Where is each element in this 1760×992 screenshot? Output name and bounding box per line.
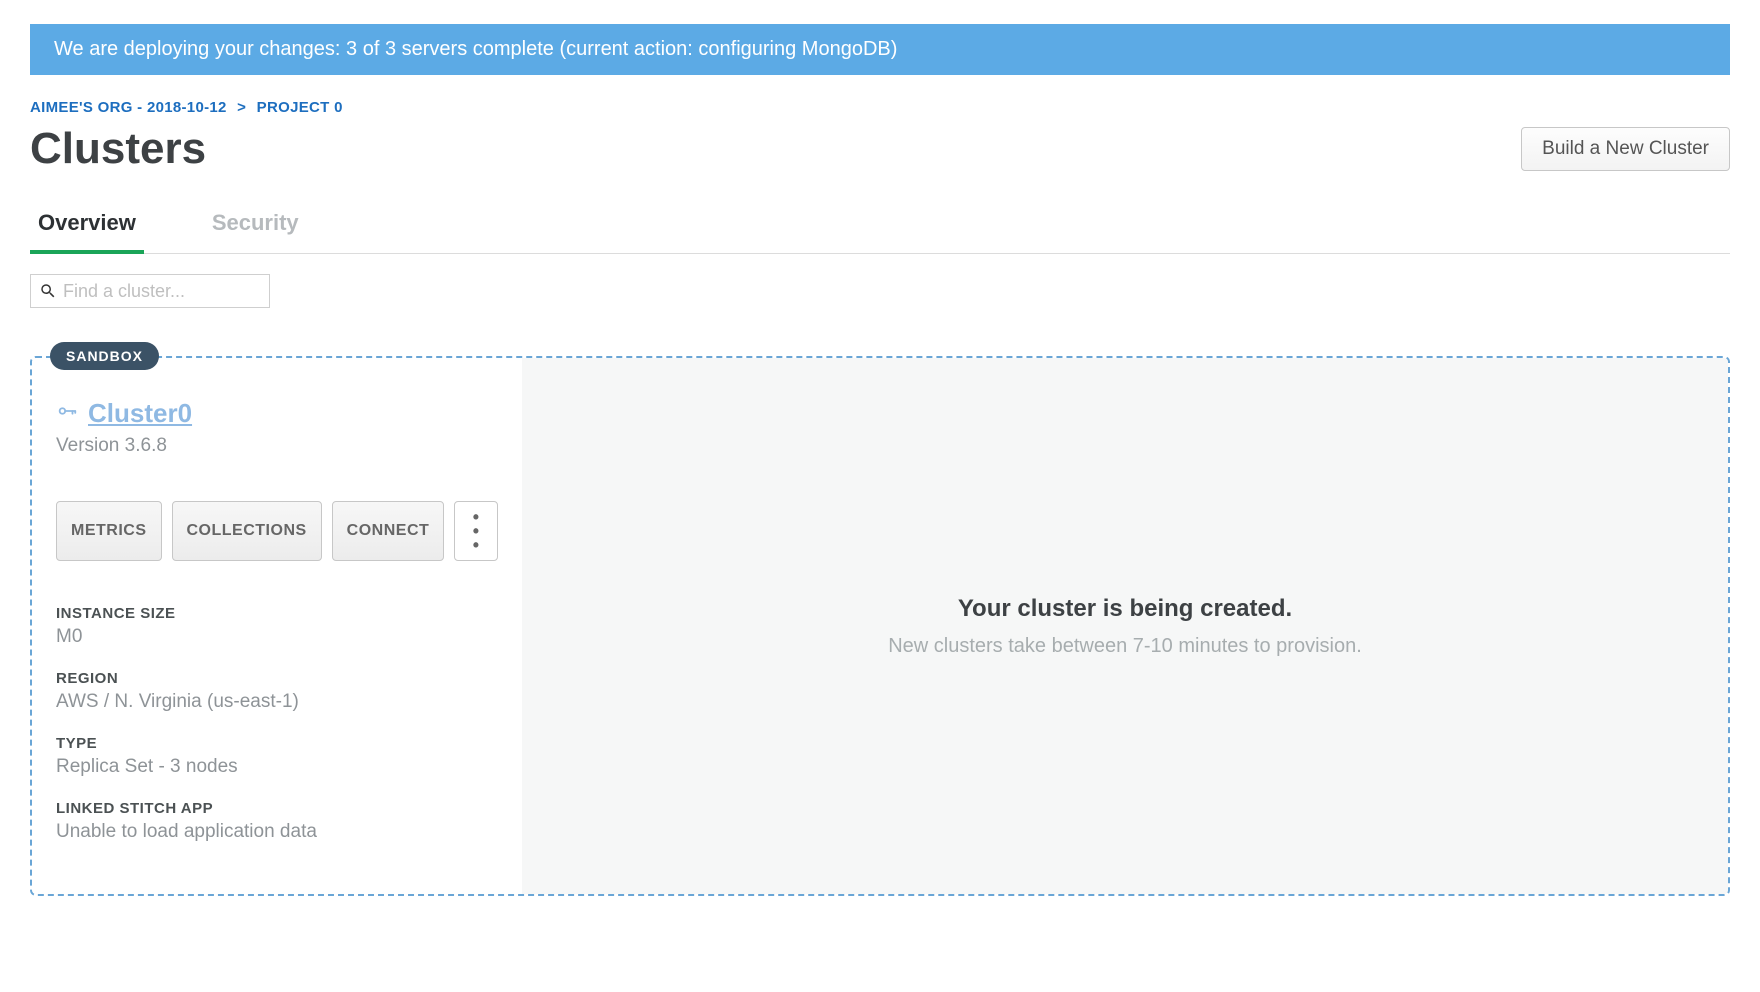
search-icon	[39, 282, 57, 300]
region-label: REGION	[56, 670, 498, 687]
page-title: Clusters	[30, 124, 206, 174]
cluster-search-input[interactable]	[63, 281, 261, 302]
breadcrumb-org[interactable]: AIMEE'S ORG - 2018-10-12	[30, 99, 227, 116]
breadcrumb: AIMEE'S ORG - 2018-10-12 > PROJECT 0	[30, 99, 1730, 116]
metrics-button[interactable]: METRICS	[56, 501, 162, 561]
sandbox-badge: SANDBOX	[50, 342, 159, 370]
cluster-version: Version 3.6.8	[56, 435, 498, 457]
cluster-status-panel: Your cluster is being created. New clust…	[522, 358, 1728, 894]
cluster-name-link[interactable]: Cluster0	[88, 398, 192, 429]
cluster-creating-subtitle: New clusters take between 7-10 minutes t…	[888, 635, 1362, 658]
type-value: Replica Set - 3 nodes	[56, 756, 498, 778]
linked-stitch-label: LINKED STITCH APP	[56, 800, 498, 817]
linked-stitch-value: Unable to load application data	[56, 821, 498, 843]
build-new-cluster-button[interactable]: Build a New Cluster	[1521, 127, 1730, 171]
more-actions-button[interactable]: • • •	[454, 501, 498, 561]
cluster-details-panel: Cluster0 Version 3.6.8 METRICS COLLECTIO…	[32, 358, 522, 894]
tabs: Overview Security	[30, 210, 1730, 254]
deploy-banner: We are deploying your changes: 3 of 3 se…	[30, 24, 1730, 75]
deploy-banner-text: We are deploying your changes: 3 of 3 se…	[54, 38, 897, 60]
cluster-search[interactable]	[30, 274, 270, 308]
tab-security[interactable]: Security	[204, 210, 307, 253]
cluster-card: Cluster0 Version 3.6.8 METRICS COLLECTIO…	[30, 356, 1730, 896]
collections-button[interactable]: COLLECTIONS	[172, 501, 322, 561]
instance-size-value: M0	[56, 626, 498, 648]
tab-overview[interactable]: Overview	[30, 210, 144, 254]
connect-button[interactable]: CONNECT	[332, 501, 445, 561]
region-value: AWS / N. Virginia (us-east-1)	[56, 691, 498, 713]
breadcrumb-separator: >	[231, 99, 252, 116]
instance-size-label: INSTANCE SIZE	[56, 605, 498, 622]
type-label: TYPE	[56, 735, 498, 752]
breadcrumb-project[interactable]: PROJECT 0	[257, 99, 343, 116]
cluster-creating-title: Your cluster is being created.	[958, 595, 1292, 623]
key-icon	[56, 400, 78, 427]
